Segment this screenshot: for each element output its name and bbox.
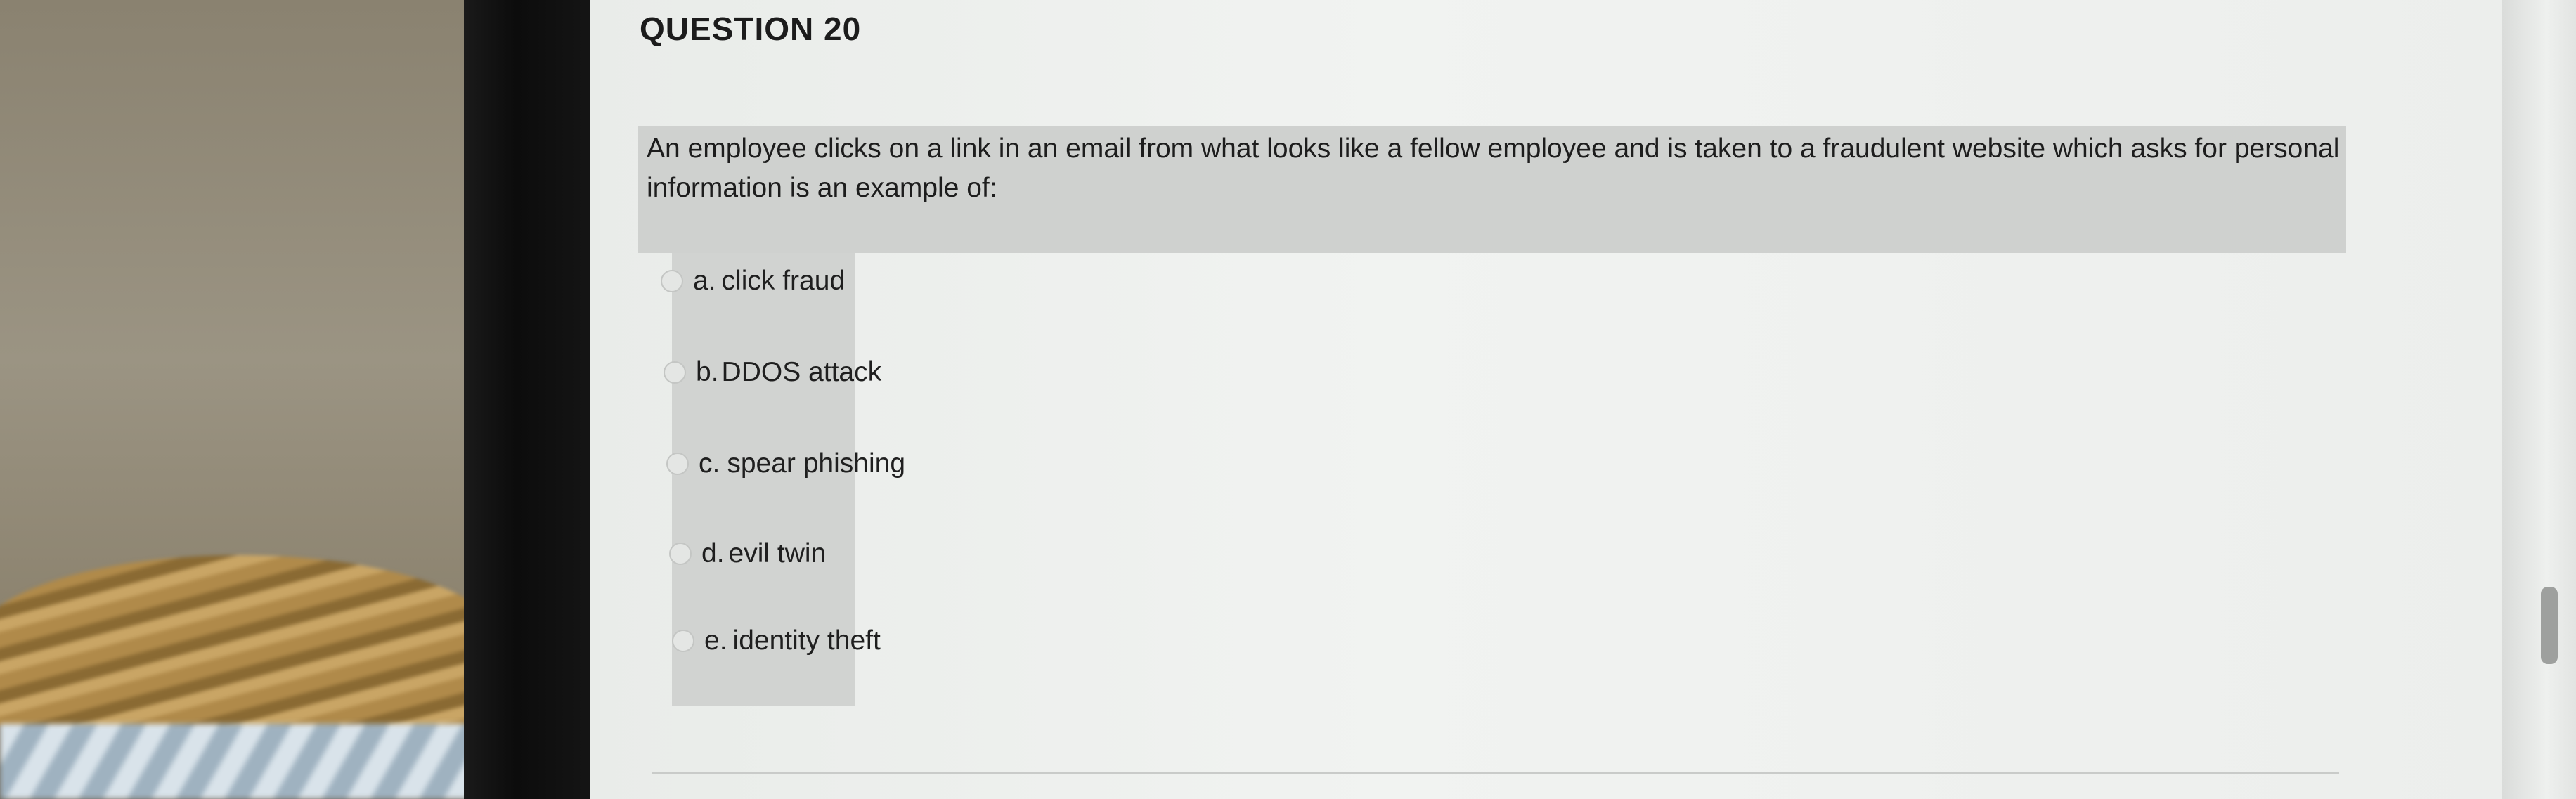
answer-label-e: identity theft [732,625,881,656]
radio-button-e[interactable] [672,630,694,652]
answer-label-d: evil twin [728,538,827,569]
background-basket [0,555,506,738]
answer-label-b: DDOS attack [721,357,882,387]
answer-option-b[interactable]: b. DDOS attack [664,351,881,394]
scrollbar-thumb[interactable] [2541,587,2558,664]
answer-letter-b: b. [696,357,719,387]
radio-button-a[interactable] [661,270,683,292]
radio-button-d[interactable] [669,543,692,565]
answer-letter-c: c. [699,448,720,479]
answer-letter-d: d. [701,538,725,569]
radio-button-b[interactable] [664,361,686,384]
quiz-content-panel: QUESTION 20 An employee clicks on a link… [590,0,2502,799]
radio-button-c[interactable] [666,453,689,475]
answer-option-d[interactable]: d. evil twin [669,533,826,575]
section-divider [652,772,2339,774]
answer-label-c: spear phishing [727,448,906,479]
answer-label-a: click fraud [721,266,846,296]
answer-option-a[interactable]: a. click fraud [661,260,845,302]
monitor-bezel [464,0,594,799]
answer-letter-a: a. [693,266,716,296]
answer-letter-e: e. [704,625,727,656]
scrollbar-track[interactable] [2502,0,2576,799]
answer-option-c[interactable]: c. spear phishing [666,443,905,485]
background-cloth [0,724,492,799]
question-title: QUESTION 20 [640,11,862,47]
question-text: An employee clicks on a link in an email… [647,134,2340,203]
answer-option-e[interactable]: e. identity theft [672,620,881,662]
screen: QUESTION 20 An employee clicks on a link… [590,0,2576,799]
